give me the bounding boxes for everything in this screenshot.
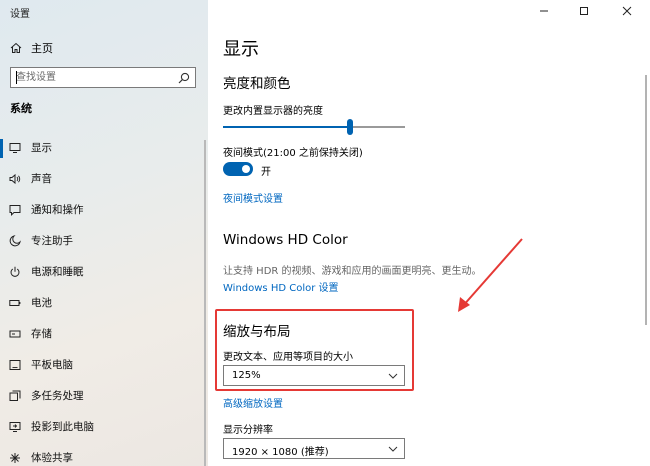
hdr-settings-link[interactable]: Windows HD Color 设置 xyxy=(223,279,339,294)
brightness-slider[interactable] xyxy=(223,119,405,135)
app-title: 设置 xyxy=(10,9,30,20)
advanced-scaling-link[interactable]: 高级缩放设置 xyxy=(223,395,283,410)
monitor-icon xyxy=(9,143,21,153)
hdr-description: 让支持 HDR 的视频、游戏和应用的画面更明亮、更生动。 xyxy=(223,266,482,277)
sidebar-item-multitasking[interactable]: 多任务处理 xyxy=(0,381,208,412)
sidebar-section-title: 系统 xyxy=(10,102,32,115)
sidebar-item-sound[interactable]: 声音 xyxy=(0,164,208,195)
search-input[interactable] xyxy=(16,70,174,85)
storage-icon xyxy=(9,330,21,338)
share-icon xyxy=(10,453,20,463)
resolution-dropdown-value: 1920 × 1080 (推荐) xyxy=(232,447,329,458)
sidebar-item-label: 主页 xyxy=(31,42,53,55)
sidebar-item-battery[interactable]: 电池 xyxy=(0,288,208,319)
brightness-slider-fill xyxy=(223,126,351,128)
night-light-settings-link[interactable]: 夜间模式设置 xyxy=(223,190,283,205)
sidebar-item-label: 专注助手 xyxy=(31,235,73,247)
sidebar-item-label: 声音 xyxy=(31,173,52,185)
sidebar-item-label: 通知和操作 xyxy=(31,204,84,216)
hdr-heading: Windows HD Color xyxy=(223,232,348,248)
sidebar-item-power[interactable]: 电源和睡眠 xyxy=(0,257,208,288)
sidebar-item-shared-experiences[interactable]: 体验共享 xyxy=(0,443,208,466)
page-title: 显示 xyxy=(223,39,259,60)
sidebar-item-label: 平板电脑 xyxy=(31,359,73,371)
home-icon xyxy=(10,42,22,53)
annotation-arrow-icon xyxy=(458,238,523,312)
sidebar-item-label: 电源和睡眠 xyxy=(31,266,84,278)
sidebar-item-label: 体验共享 xyxy=(31,452,73,464)
night-light-state: 开 xyxy=(261,167,271,178)
main-scrollbar[interactable] xyxy=(645,75,647,325)
sidebar-item-notifications[interactable]: 通知和操作 xyxy=(0,195,208,226)
sidebar-item-label: 显示 xyxy=(31,142,52,154)
chevron-down-icon xyxy=(388,446,398,452)
sidebar-item-project[interactable]: 投影到此电脑 xyxy=(0,412,208,443)
sidebar-item-label: 存储 xyxy=(31,328,52,340)
main-content: 显示 亮度和颜色 更改内置显示器的亮度 夜间模式(21:00 之前保持关闭) 开… xyxy=(208,0,650,466)
speaker-icon xyxy=(9,173,21,185)
battery-icon xyxy=(9,300,21,306)
notification-icon xyxy=(9,205,21,216)
search-box[interactable] xyxy=(10,67,196,88)
resolution-dropdown[interactable]: 1920 × 1080 (推荐) xyxy=(223,438,405,459)
project-icon xyxy=(9,422,21,432)
sidebar-item-display[interactable]: 显示 xyxy=(0,133,208,164)
sidebar-nav: 显示 声音 通知和操作 专注助手 电源和睡眠 电池 存储 平板电脑 多任务处理 … xyxy=(0,133,208,466)
sidebar-item-storage[interactable]: 存储 xyxy=(0,319,208,350)
brightness-slider-thumb[interactable] xyxy=(347,119,354,135)
brightness-heading: 亮度和颜色 xyxy=(223,76,291,92)
text-caret xyxy=(16,71,17,84)
sidebar-item-label: 多任务处理 xyxy=(31,390,84,402)
moon-icon xyxy=(9,235,21,247)
sidebar-item-tablet[interactable]: 平板电脑 xyxy=(0,350,208,381)
sidebar-item-label: 投影到此电脑 xyxy=(31,421,94,433)
resolution-label: 显示分辨率 xyxy=(223,425,273,436)
toggle-knob xyxy=(242,165,250,173)
brightness-label: 更改内置显示器的亮度 xyxy=(223,106,323,117)
night-light-toggle[interactable] xyxy=(223,162,253,176)
sidebar: 设置 主页 系统 显示 声音 xyxy=(0,0,208,466)
search-icon[interactable] xyxy=(178,72,190,84)
power-icon xyxy=(10,266,20,277)
highlight-box xyxy=(215,309,414,391)
sidebar-item-home[interactable]: 主页 xyxy=(0,36,208,60)
tablet-icon xyxy=(9,360,21,370)
sidebar-item-label: 电池 xyxy=(31,297,52,309)
multitask-icon xyxy=(9,390,21,401)
night-light-label: 夜间模式(21:00 之前保持关闭) xyxy=(223,148,363,159)
sidebar-scrollbar[interactable] xyxy=(204,140,206,466)
sidebar-item-focus-assist[interactable]: 专注助手 xyxy=(0,226,208,257)
